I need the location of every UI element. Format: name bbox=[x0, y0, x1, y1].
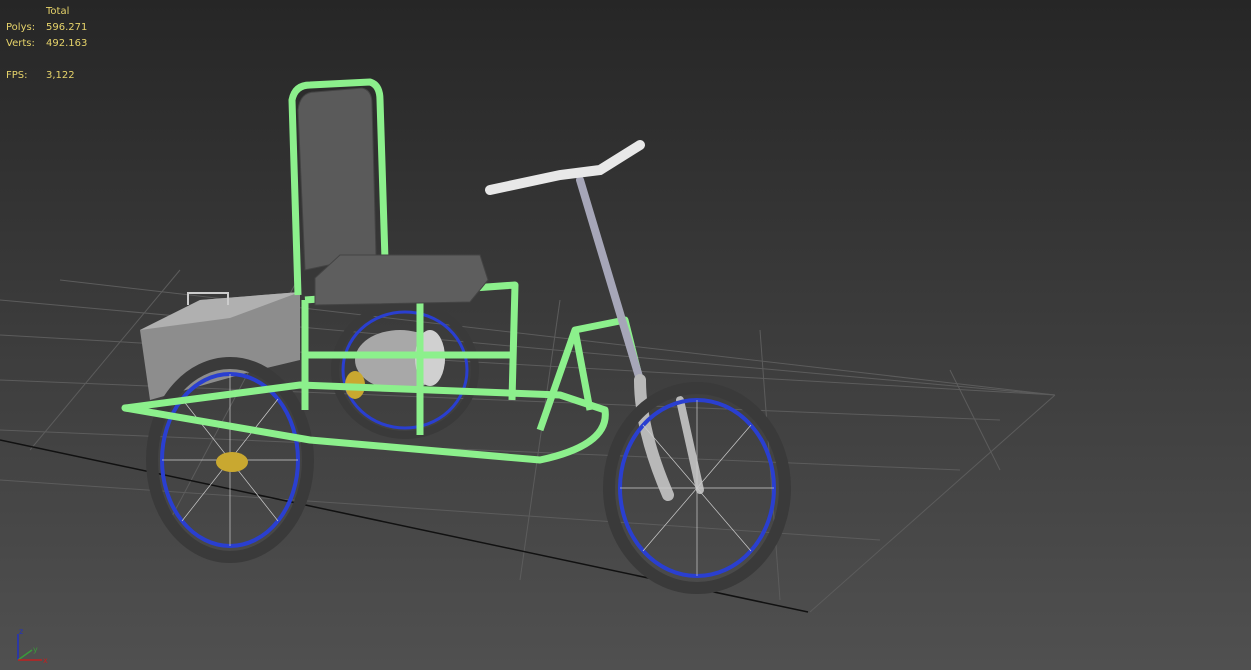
polys-value: 596.271 bbox=[46, 22, 88, 33]
verts-label: Verts: bbox=[6, 38, 35, 49]
verts-value: 492.163 bbox=[46, 38, 88, 49]
fps-label: FPS: bbox=[6, 70, 28, 81]
gizmo-x-label: x bbox=[43, 656, 48, 665]
steering-fork[interactable] bbox=[485, 140, 704, 501]
viewport-statistics: Total Polys: 596.271 Verts: 492.163 FPS: 3,… bbox=[6, 4, 87, 84]
axis-gizmo-icon: z y x bbox=[17, 627, 48, 665]
front-wheel[interactable] bbox=[603, 382, 791, 594]
stats-header: Total bbox=[46, 6, 70, 17]
seat[interactable] bbox=[297, 87, 489, 306]
gizmo-y-label: y bbox=[33, 645, 38, 654]
viewport-3d[interactable] bbox=[0, 0, 1251, 670]
polys-label: Polys: bbox=[6, 22, 36, 33]
fps-value: 3,122 bbox=[46, 70, 75, 81]
gizmo-z-label: z bbox=[19, 627, 23, 636]
